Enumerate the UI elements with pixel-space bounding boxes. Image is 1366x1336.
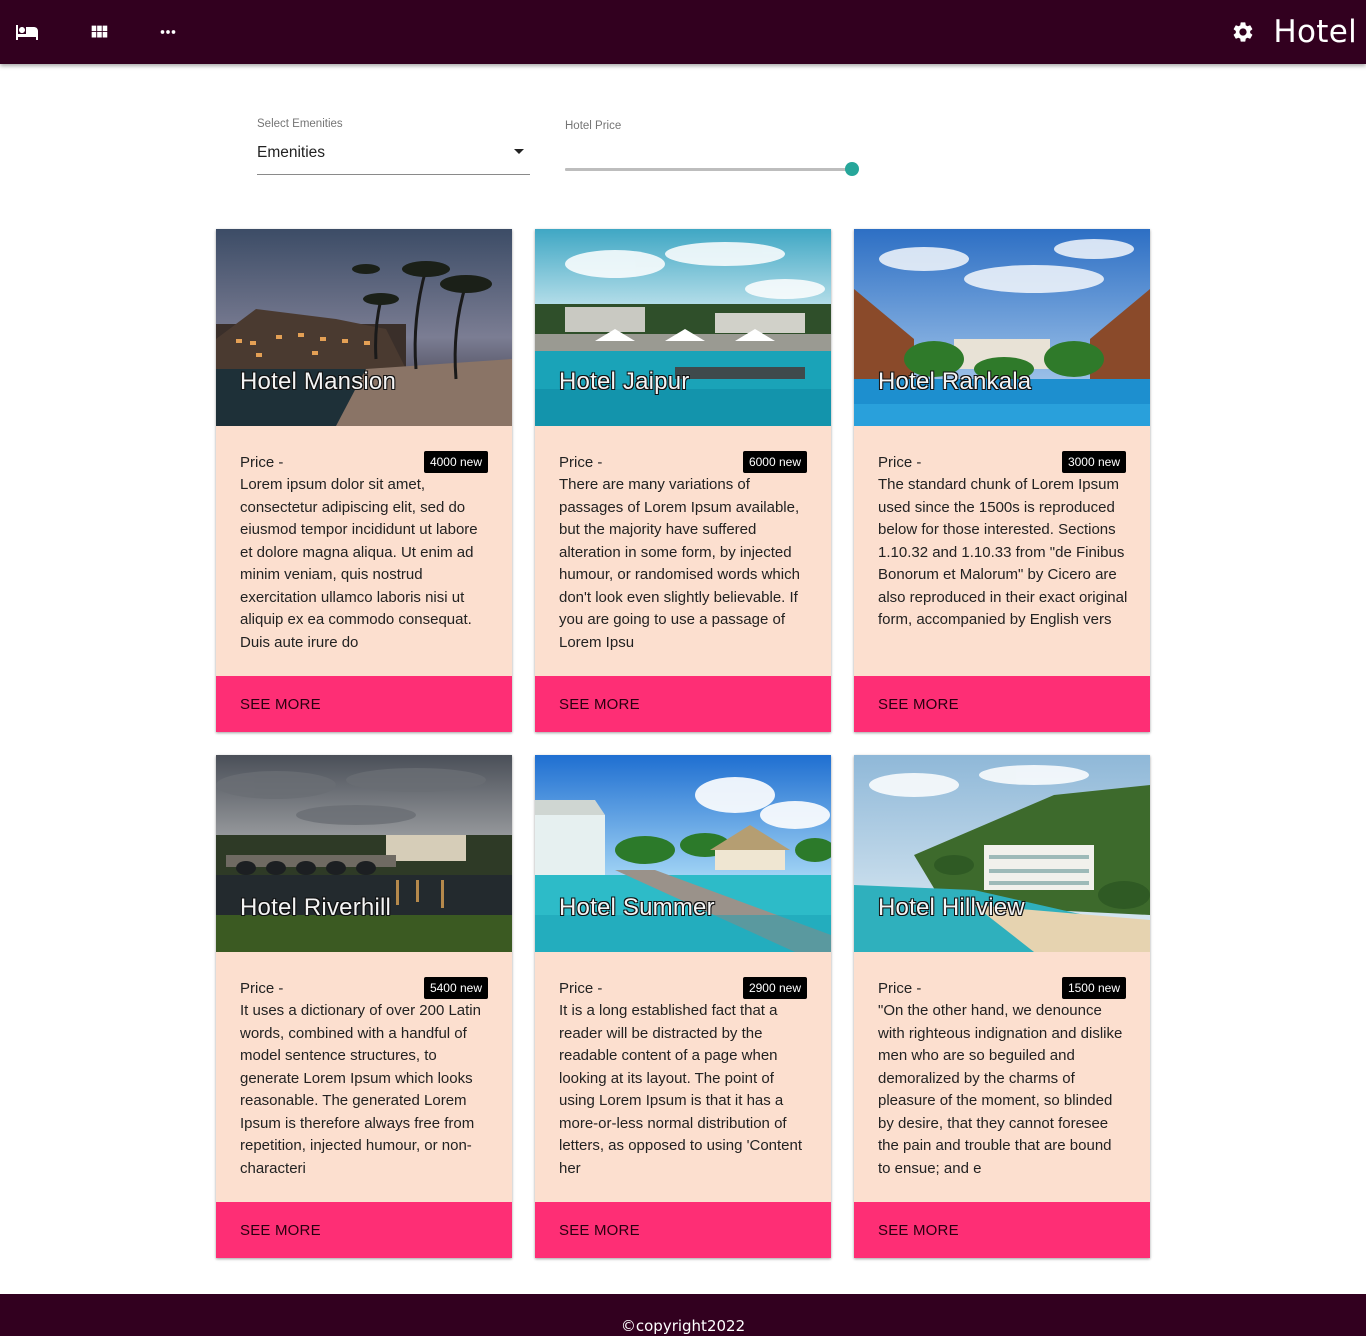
price-row: Price - 2900 new bbox=[559, 977, 807, 999]
price-filter: Hotel Price bbox=[565, 118, 865, 178]
price-badge: 1500 new bbox=[1061, 977, 1126, 999]
price-badge: 4000 new bbox=[423, 451, 488, 473]
hotel-name: Hotel Hillview bbox=[878, 894, 1025, 921]
grid-view-button[interactable] bbox=[79, 12, 119, 52]
hotel-image: Hotel Jaipur bbox=[535, 229, 831, 426]
settings-button[interactable] bbox=[1229, 18, 1257, 46]
hotel-name: Hotel Summer bbox=[559, 894, 715, 921]
price-row: Price - 5400 new bbox=[240, 977, 488, 999]
copyright-text: ©copyright2022 bbox=[620, 1317, 746, 1335]
hotel-image: Hotel Summer bbox=[535, 755, 831, 952]
price-label: Price - bbox=[878, 980, 922, 997]
brand: Hotel bbox=[1229, 0, 1357, 64]
price-label: Price - bbox=[240, 454, 284, 471]
hotel-image: Hotel Rankala bbox=[854, 229, 1150, 426]
price-badge: 6000 new bbox=[742, 451, 807, 473]
hotel-card: Hotel Mansion Price - 4000 new Lorem ips… bbox=[216, 229, 512, 732]
hotel-card: Hotel Hillview Price - 1500 new "On the … bbox=[854, 755, 1150, 1258]
more-horiz-icon bbox=[160, 30, 176, 34]
hotel-description: "On the other hand, we denounce with rig… bbox=[878, 1002, 1123, 1177]
footer: ©copyright2022 bbox=[0, 1294, 1366, 1336]
hotel-name: Hotel Jaipur bbox=[559, 368, 690, 395]
price-row: Price - 3000 new bbox=[878, 451, 1126, 473]
price-slider-thumb[interactable] bbox=[845, 162, 859, 176]
hotel-description: There are many variations of passages of… bbox=[559, 476, 800, 651]
amenities-select[interactable]: Select Emenities Emenities bbox=[257, 116, 530, 175]
price-row: Price - 4000 new bbox=[240, 451, 488, 473]
hotel-name: Hotel Riverhill bbox=[240, 894, 392, 921]
hotel-description: Lorem ipsum dolor sit amet, consectetur … bbox=[240, 476, 478, 651]
hotel-card: Hotel Summer Price - 2900 new It is a lo… bbox=[535, 755, 831, 1258]
more-options-button[interactable] bbox=[148, 12, 188, 52]
see-more-button[interactable]: SEE MORE bbox=[854, 676, 1150, 732]
see-more-button[interactable]: SEE MORE bbox=[216, 1202, 512, 1258]
price-slider-track[interactable] bbox=[565, 162, 859, 176]
hotel-card: Hotel Rankala Price - 3000 new The stand… bbox=[854, 229, 1150, 732]
hotel-description: It is a long established fact that a rea… bbox=[559, 1002, 803, 1177]
hotel-card: Hotel Jaipur Price - 6000 new There are … bbox=[535, 229, 831, 732]
price-badge: 3000 new bbox=[1061, 451, 1126, 473]
price-label: Price - bbox=[559, 980, 603, 997]
hotel-image: Hotel Hillview bbox=[854, 755, 1150, 952]
hotel-bed-icon bbox=[16, 25, 38, 40]
hotel-bed-button[interactable] bbox=[7, 12, 47, 52]
price-label: Price - bbox=[559, 454, 603, 471]
price-slider-label: Hotel Price bbox=[565, 120, 622, 132]
grid-view-icon bbox=[91, 25, 108, 38]
see-more-button[interactable]: SEE MORE bbox=[535, 1202, 831, 1258]
price-badge: 2900 new bbox=[742, 977, 807, 999]
hotel-description: It uses a dictionary of over 200 Latin w… bbox=[240, 1002, 481, 1177]
hotel-card: Hotel Riverhill Price - 5400 new It uses… bbox=[216, 755, 512, 1258]
hotel-name: Hotel Rankala bbox=[878, 368, 1032, 395]
app-title: Hotel bbox=[1273, 14, 1357, 50]
price-row: Price - 1500 new bbox=[878, 977, 1126, 999]
hotel-image: Hotel Mansion bbox=[216, 229, 512, 426]
price-slider-fill bbox=[565, 168, 852, 171]
price-badge: 5400 new bbox=[423, 977, 488, 999]
dropdown-arrow-icon bbox=[514, 149, 524, 154]
price-row: Price - 6000 new bbox=[559, 451, 807, 473]
hotel-image: Hotel Riverhill bbox=[216, 755, 512, 952]
see-more-button[interactable]: SEE MORE bbox=[854, 1202, 1150, 1258]
amenities-select-label: Select Emenities bbox=[257, 118, 343, 130]
app-bar: Hotel bbox=[0, 0, 1366, 64]
see-more-button[interactable]: SEE MORE bbox=[216, 676, 512, 732]
see-more-button[interactable]: SEE MORE bbox=[535, 676, 831, 732]
price-label: Price - bbox=[240, 980, 284, 997]
hotel-name: Hotel Mansion bbox=[240, 368, 397, 395]
hotel-description: The standard chunk of Lorem Ipsum used s… bbox=[878, 476, 1128, 628]
amenities-select-value: Emenities bbox=[257, 144, 326, 161]
gear-icon bbox=[1234, 22, 1253, 42]
price-label: Price - bbox=[878, 454, 922, 471]
